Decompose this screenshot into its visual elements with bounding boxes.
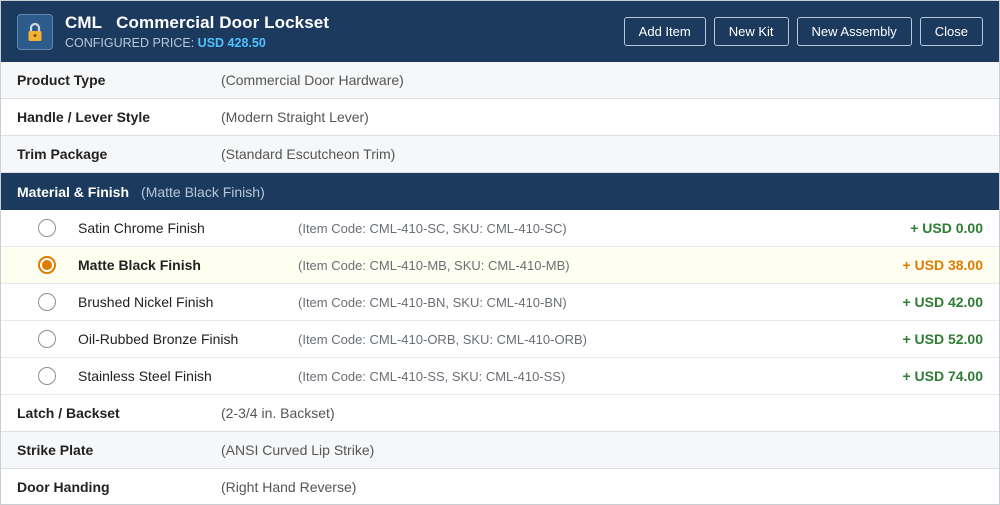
price-label: CONFIGURED PRICE: (65, 36, 195, 50)
row-latch-backset[interactable]: Latch / Backset (2-3/4 in. Backset) (1, 395, 999, 432)
option-price: + USD 74.00 (902, 368, 983, 384)
row-trim-package[interactable]: Trim Package (Standard Escutcheon Trim) (1, 136, 999, 173)
option-matte-black[interactable]: Matte Black Finish (Item Code: CML-410-M… (1, 247, 999, 284)
add-item-button[interactable]: Add Item (623, 17, 706, 46)
row-value: (Standard Escutcheon Trim) (221, 146, 396, 162)
close-button[interactable]: Close (919, 17, 983, 46)
price-value: USD 428.50 (197, 36, 266, 50)
row-strike-plate[interactable]: Strike Plate (ANSI Curved Lip Strike) (1, 432, 999, 469)
row-value: (Commercial Door Hardware) (221, 72, 404, 88)
section-label: Material & Finish (17, 183, 130, 200)
option-name: Satin Chrome Finish (78, 220, 205, 236)
radio-button[interactable] (38, 367, 56, 385)
row-handle-lever-style[interactable]: Handle / Lever Style (Modern Straight Le… (1, 99, 999, 136)
title-block: CML Commercial Door Lockset CONFIGURED PR… (65, 13, 624, 50)
row-door-handing[interactable]: Door Handing (Right Hand Reverse) (1, 469, 999, 504)
radio-button-selected[interactable] (38, 256, 56, 274)
option-code: (Item Code: CML-410-BN, SKU: CML-410-BN) (298, 294, 567, 310)
option-price: + USD 42.00 (902, 294, 983, 310)
row-value: (Modern Straight Lever) (221, 109, 369, 125)
option-name: Stainless Steel Finish (78, 368, 212, 384)
option-code: (Item Code: CML-410-SC, SKU: CML-410-SC) (298, 220, 567, 236)
product-name: Commercial Door Lockset (116, 13, 330, 32)
row-product-type[interactable]: Product Type (Commercial Door Hardware) (1, 62, 999, 99)
radio-button[interactable] (38, 330, 56, 348)
row-label: Trim Package (17, 146, 108, 162)
option-price: + USD 0.00 (910, 220, 983, 236)
option-satin-chrome[interactable]: Satin Chrome Finish (Item Code: CML-410-… (1, 210, 999, 247)
product-title: CML Commercial Door Lockset (65, 13, 624, 33)
configurator-window: CML Commercial Door Lockset CONFIGURED PR… (0, 0, 1000, 505)
product-code: CML (65, 13, 103, 32)
configured-price: CONFIGURED PRICE: USD 428.50 (65, 36, 624, 50)
option-name: Oil-Rubbed Bronze Finish (78, 331, 239, 347)
option-price: + USD 38.00 (902, 257, 983, 273)
option-name: Brushed Nickel Finish (78, 294, 214, 310)
row-label: Latch / Backset (17, 405, 120, 421)
row-label: Strike Plate (17, 442, 94, 458)
lock-icon (17, 13, 53, 50)
row-value: (ANSI Curved Lip Strike) (221, 442, 375, 458)
option-oil-rubbed-bronze[interactable]: Oil-Rubbed Bronze Finish (Item Code: CML… (1, 321, 999, 358)
row-value: (Right Hand Reverse) (221, 479, 357, 495)
row-label: Handle / Lever Style (17, 109, 151, 125)
option-code: (Item Code: CML-410-SS, SKU: CML-410-SS) (298, 368, 566, 384)
new-assembly-button[interactable]: New Assembly (796, 17, 912, 46)
header-actions: Add Item New Kit New Assembly Close (623, 17, 983, 46)
option-name: Matte Black Finish (78, 257, 201, 273)
option-stainless-steel[interactable]: Stainless Steel Finish (Item Code: CML-4… (1, 358, 999, 395)
radio-button[interactable] (38, 219, 56, 237)
section-material-finish[interactable]: Material & Finish (Matte Black Finish) (1, 173, 999, 210)
section-value: (Matte Black Finish) (141, 183, 265, 200)
row-label: Product Type (17, 72, 106, 88)
option-brushed-nickel[interactable]: Brushed Nickel Finish (Item Code: CML-41… (1, 284, 999, 321)
header-bar: CML Commercial Door Lockset CONFIGURED PR… (1, 1, 999, 62)
new-kit-button[interactable]: New Kit (713, 17, 789, 46)
option-code: (Item Code: CML-410-MB, SKU: CML-410-MB) (298, 257, 570, 273)
option-price: + USD 52.00 (902, 331, 983, 347)
row-label: Door Handing (17, 479, 110, 495)
row-value: (2-3/4 in. Backset) (221, 405, 335, 421)
option-code: (Item Code: CML-410-ORB, SKU: CML-410-OR… (298, 331, 587, 347)
radio-button[interactable] (38, 293, 56, 311)
